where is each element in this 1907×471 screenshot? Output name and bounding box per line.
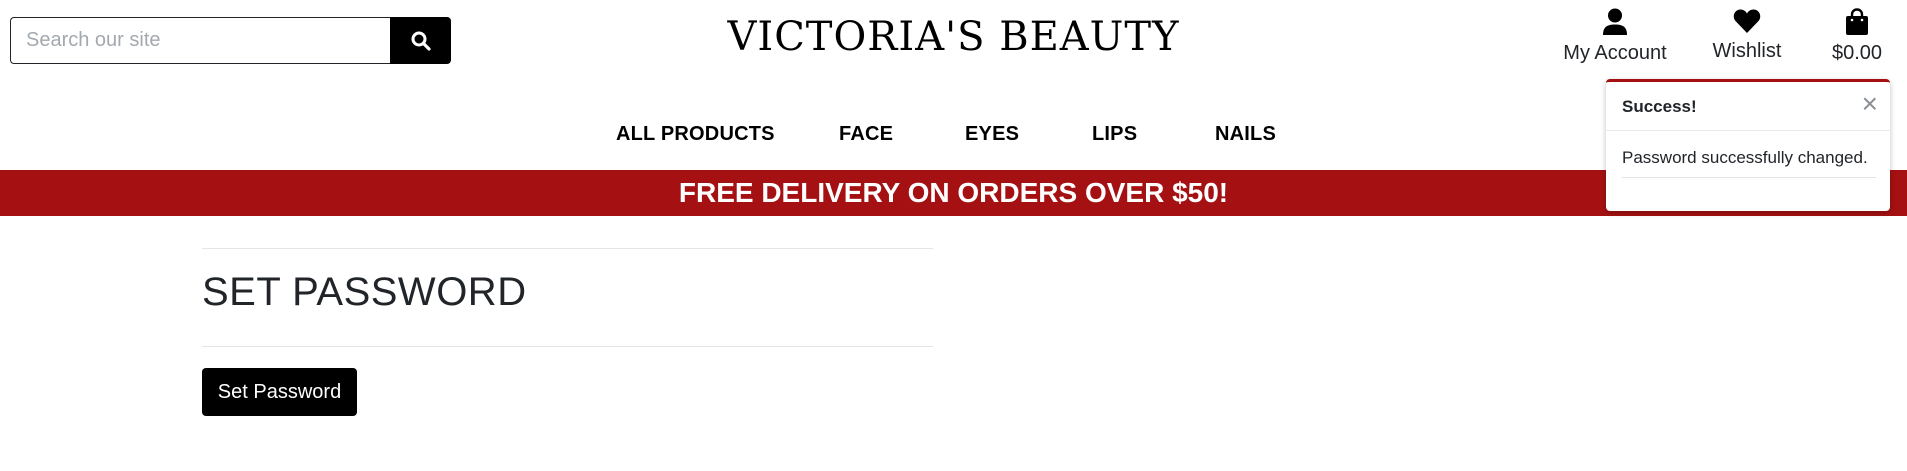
wishlist-label: Wishlist xyxy=(1712,40,1782,62)
nav-item-nails[interactable]: NAILS xyxy=(1215,123,1276,146)
my-account-link[interactable]: My Account xyxy=(1540,8,1690,65)
bag-total: $0.00 xyxy=(1831,42,1883,64)
divider-top xyxy=(202,248,933,249)
shopping-bag-link[interactable]: $0.00 xyxy=(1807,8,1907,65)
nav-item-face[interactable]: FACE xyxy=(839,123,893,146)
nav-item-eyes[interactable]: EYES xyxy=(965,123,1019,146)
toast-title: Success! xyxy=(1622,97,1697,116)
toast-message: Password successfully changed. xyxy=(1622,148,1868,167)
success-toast: Success! × Password successfully changed… xyxy=(1606,79,1890,211)
close-icon[interactable]: × xyxy=(1862,90,1878,118)
shopping-bag-icon xyxy=(1846,8,1868,35)
wishlist-link[interactable]: Wishlist xyxy=(1687,8,1807,63)
heart-icon xyxy=(1733,9,1761,33)
divider-bottom xyxy=(202,346,933,347)
my-account-label: My Account xyxy=(1563,42,1667,64)
nav-item-lips[interactable]: LIPS xyxy=(1092,123,1137,146)
page-title: SET PASSWORD xyxy=(202,270,527,314)
user-icon xyxy=(1603,8,1627,35)
nav-item-all-products[interactable]: ALL PRODUCTS xyxy=(616,123,775,146)
toast-header: Success! × xyxy=(1606,82,1890,131)
set-password-button[interactable]: Set Password xyxy=(202,368,357,416)
toast-divider xyxy=(1622,177,1876,178)
